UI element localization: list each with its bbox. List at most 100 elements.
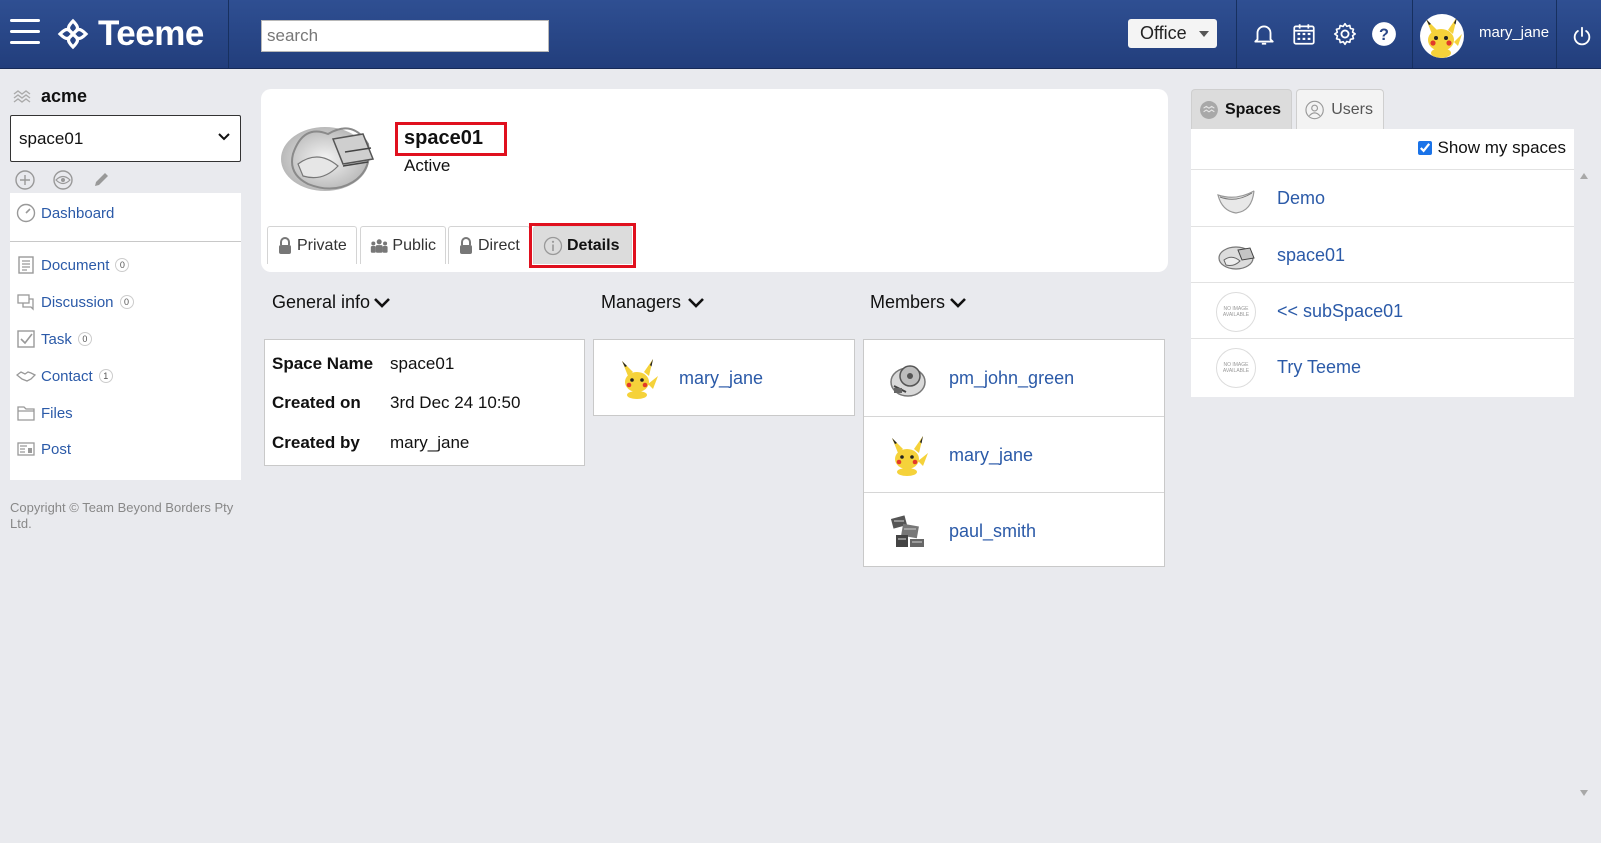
members-toggle[interactable]: Members bbox=[870, 292, 967, 313]
eye-icon[interactable] bbox=[52, 169, 74, 191]
tab-label: Public bbox=[392, 236, 436, 254]
tab-direct[interactable]: Direct bbox=[448, 226, 530, 264]
sidebar-item-label: Discussion bbox=[41, 293, 114, 311]
calendar-icon[interactable] bbox=[1291, 21, 1317, 47]
list-item: paul_smith bbox=[864, 493, 1164, 569]
power-icon[interactable] bbox=[1571, 25, 1593, 47]
tab-public[interactable]: Public bbox=[360, 226, 446, 264]
office-dropdown[interactable]: Office bbox=[1128, 19, 1217, 48]
username-label[interactable]: mary_jane bbox=[1479, 24, 1549, 41]
managers-toggle[interactable]: Managers bbox=[601, 292, 705, 313]
add-icon[interactable] bbox=[14, 169, 36, 191]
no-image-placeholder: NO IMAGE AVAILABLE bbox=[1216, 291, 1256, 332]
space-image bbox=[1218, 245, 1255, 270]
no-image-placeholder: NO IMAGE AVAILABLE bbox=[1216, 347, 1256, 388]
divider bbox=[10, 241, 241, 242]
caret-down-icon bbox=[1198, 30, 1209, 37]
space-image bbox=[281, 127, 375, 191]
turntable-avatar-icon bbox=[890, 365, 926, 397]
user-avatar[interactable] bbox=[1420, 14, 1464, 58]
count-badge: 1 bbox=[98, 369, 113, 383]
spaces-icon bbox=[1200, 100, 1218, 119]
space-row-try-teeme[interactable]: NO IMAGE AVAILABLE Try Teeme bbox=[1191, 338, 1574, 396]
scroll-up-arrow[interactable] bbox=[1580, 173, 1588, 179]
spaces-panel: Show my spaces Demo space01 NO IMAGE AVA… bbox=[1191, 129, 1574, 397]
count-badge: 0 bbox=[119, 295, 134, 309]
pikachu-avatar-icon bbox=[622, 359, 658, 399]
copyright: Copyright © Team Beyond Borders Pty Ltd. bbox=[10, 500, 234, 531]
organization-header: acme bbox=[13, 86, 87, 107]
sidebar-item-label: Contact bbox=[41, 367, 93, 385]
member-link[interactable]: mary_jane bbox=[949, 445, 1033, 466]
info-key: Created on bbox=[272, 393, 361, 412]
search-input[interactable] bbox=[261, 20, 549, 52]
tab-users[interactable]: Users bbox=[1296, 89, 1384, 129]
files-icon bbox=[17, 406, 35, 421]
count-badge: 0 bbox=[115, 258, 130, 272]
space-row-space01[interactable]: space01 bbox=[1191, 226, 1574, 284]
space-actions bbox=[14, 169, 112, 191]
info-key: Space Name bbox=[272, 354, 374, 373]
pikachu-avatar-icon bbox=[1426, 17, 1462, 58]
post-icon bbox=[17, 442, 35, 456]
menu-icon[interactable] bbox=[10, 19, 40, 45]
space-select[interactable]: space01 bbox=[10, 115, 241, 162]
space-select-value: space01 bbox=[19, 128, 84, 148]
section-title: Members bbox=[870, 292, 946, 312]
show-my-spaces-checkbox[interactable] bbox=[1417, 141, 1432, 155]
sidebar-item-discussion[interactable]: Discussion 0 bbox=[16, 292, 134, 312]
details-tab-highlight bbox=[529, 223, 636, 268]
contact-icon bbox=[16, 371, 36, 382]
space-status: Active bbox=[404, 156, 451, 175]
info-key: Created by bbox=[272, 433, 360, 452]
help-icon[interactable]: ? bbox=[1371, 21, 1397, 47]
chevron-down-icon bbox=[374, 297, 390, 308]
document-icon bbox=[18, 256, 34, 274]
scroll-down-arrow[interactable] bbox=[1580, 790, 1588, 796]
members-list: pm_john_green mary_jane paul_smith bbox=[863, 339, 1165, 567]
sidebar-item-label: Document bbox=[41, 256, 110, 274]
top-bar: Teeme Office ? mary_jane bbox=[0, 0, 1601, 69]
tab-label: Users bbox=[1331, 100, 1373, 118]
section-title: Managers bbox=[601, 292, 682, 312]
sidebar-item-contact[interactable]: Contact 1 bbox=[16, 366, 113, 386]
dashboard-icon bbox=[16, 203, 36, 223]
lock-icon bbox=[279, 236, 291, 254]
chevron-down-icon bbox=[950, 297, 966, 308]
divider bbox=[1236, 0, 1237, 68]
edit-icon[interactable] bbox=[90, 169, 112, 191]
sidebar-item-document[interactable]: Document 0 bbox=[16, 255, 130, 275]
member-link[interactable]: pm_john_green bbox=[949, 368, 1074, 389]
sidebar-item-label: Post bbox=[41, 440, 72, 458]
space-row-demo[interactable]: Demo bbox=[1191, 169, 1574, 227]
sidebar-item-post[interactable]: Post bbox=[16, 439, 71, 459]
group-icon bbox=[370, 238, 388, 253]
teeme-logo-icon bbox=[57, 18, 89, 50]
task-icon bbox=[17, 330, 35, 348]
manager-link[interactable]: mary_jane bbox=[679, 368, 763, 389]
tab-label: Spaces bbox=[1224, 100, 1281, 118]
sidebar-item-label: Dashboard bbox=[41, 204, 115, 222]
space-row-subspace01[interactable]: NO IMAGE AVAILABLE << subSpace01 bbox=[1191, 282, 1574, 340]
sidebar-item-dashboard[interactable]: Dashboard bbox=[16, 203, 114, 223]
general-info-toggle[interactable]: General info bbox=[272, 292, 391, 313]
show-my-spaces-toggle[interactable]: Show my spaces bbox=[1417, 138, 1566, 158]
tab-private[interactable]: Private bbox=[267, 226, 357, 264]
office-label: Office bbox=[1140, 23, 1187, 43]
app-name: Teeme bbox=[98, 14, 204, 53]
tab-spaces[interactable]: Spaces bbox=[1191, 89, 1292, 129]
sidebar-item-task[interactable]: Task 0 bbox=[16, 329, 92, 349]
space-link: Demo bbox=[1277, 188, 1326, 208]
sidebar-item-files[interactable]: Files bbox=[16, 403, 73, 423]
app-logo[interactable]: Teeme bbox=[56, 14, 204, 54]
space-link: << subSpace01 bbox=[1277, 301, 1404, 321]
gear-icon[interactable] bbox=[1332, 21, 1358, 47]
divider bbox=[1412, 0, 1413, 68]
tab-label: Direct bbox=[478, 236, 520, 254]
bell-icon[interactable] bbox=[1251, 21, 1277, 47]
managers-list: mary_jane bbox=[593, 339, 855, 416]
lock-icon bbox=[460, 236, 472, 254]
pikachu-avatar-icon bbox=[892, 436, 928, 476]
member-link[interactable]: paul_smith bbox=[949, 521, 1036, 542]
section-title: General info bbox=[272, 292, 371, 312]
